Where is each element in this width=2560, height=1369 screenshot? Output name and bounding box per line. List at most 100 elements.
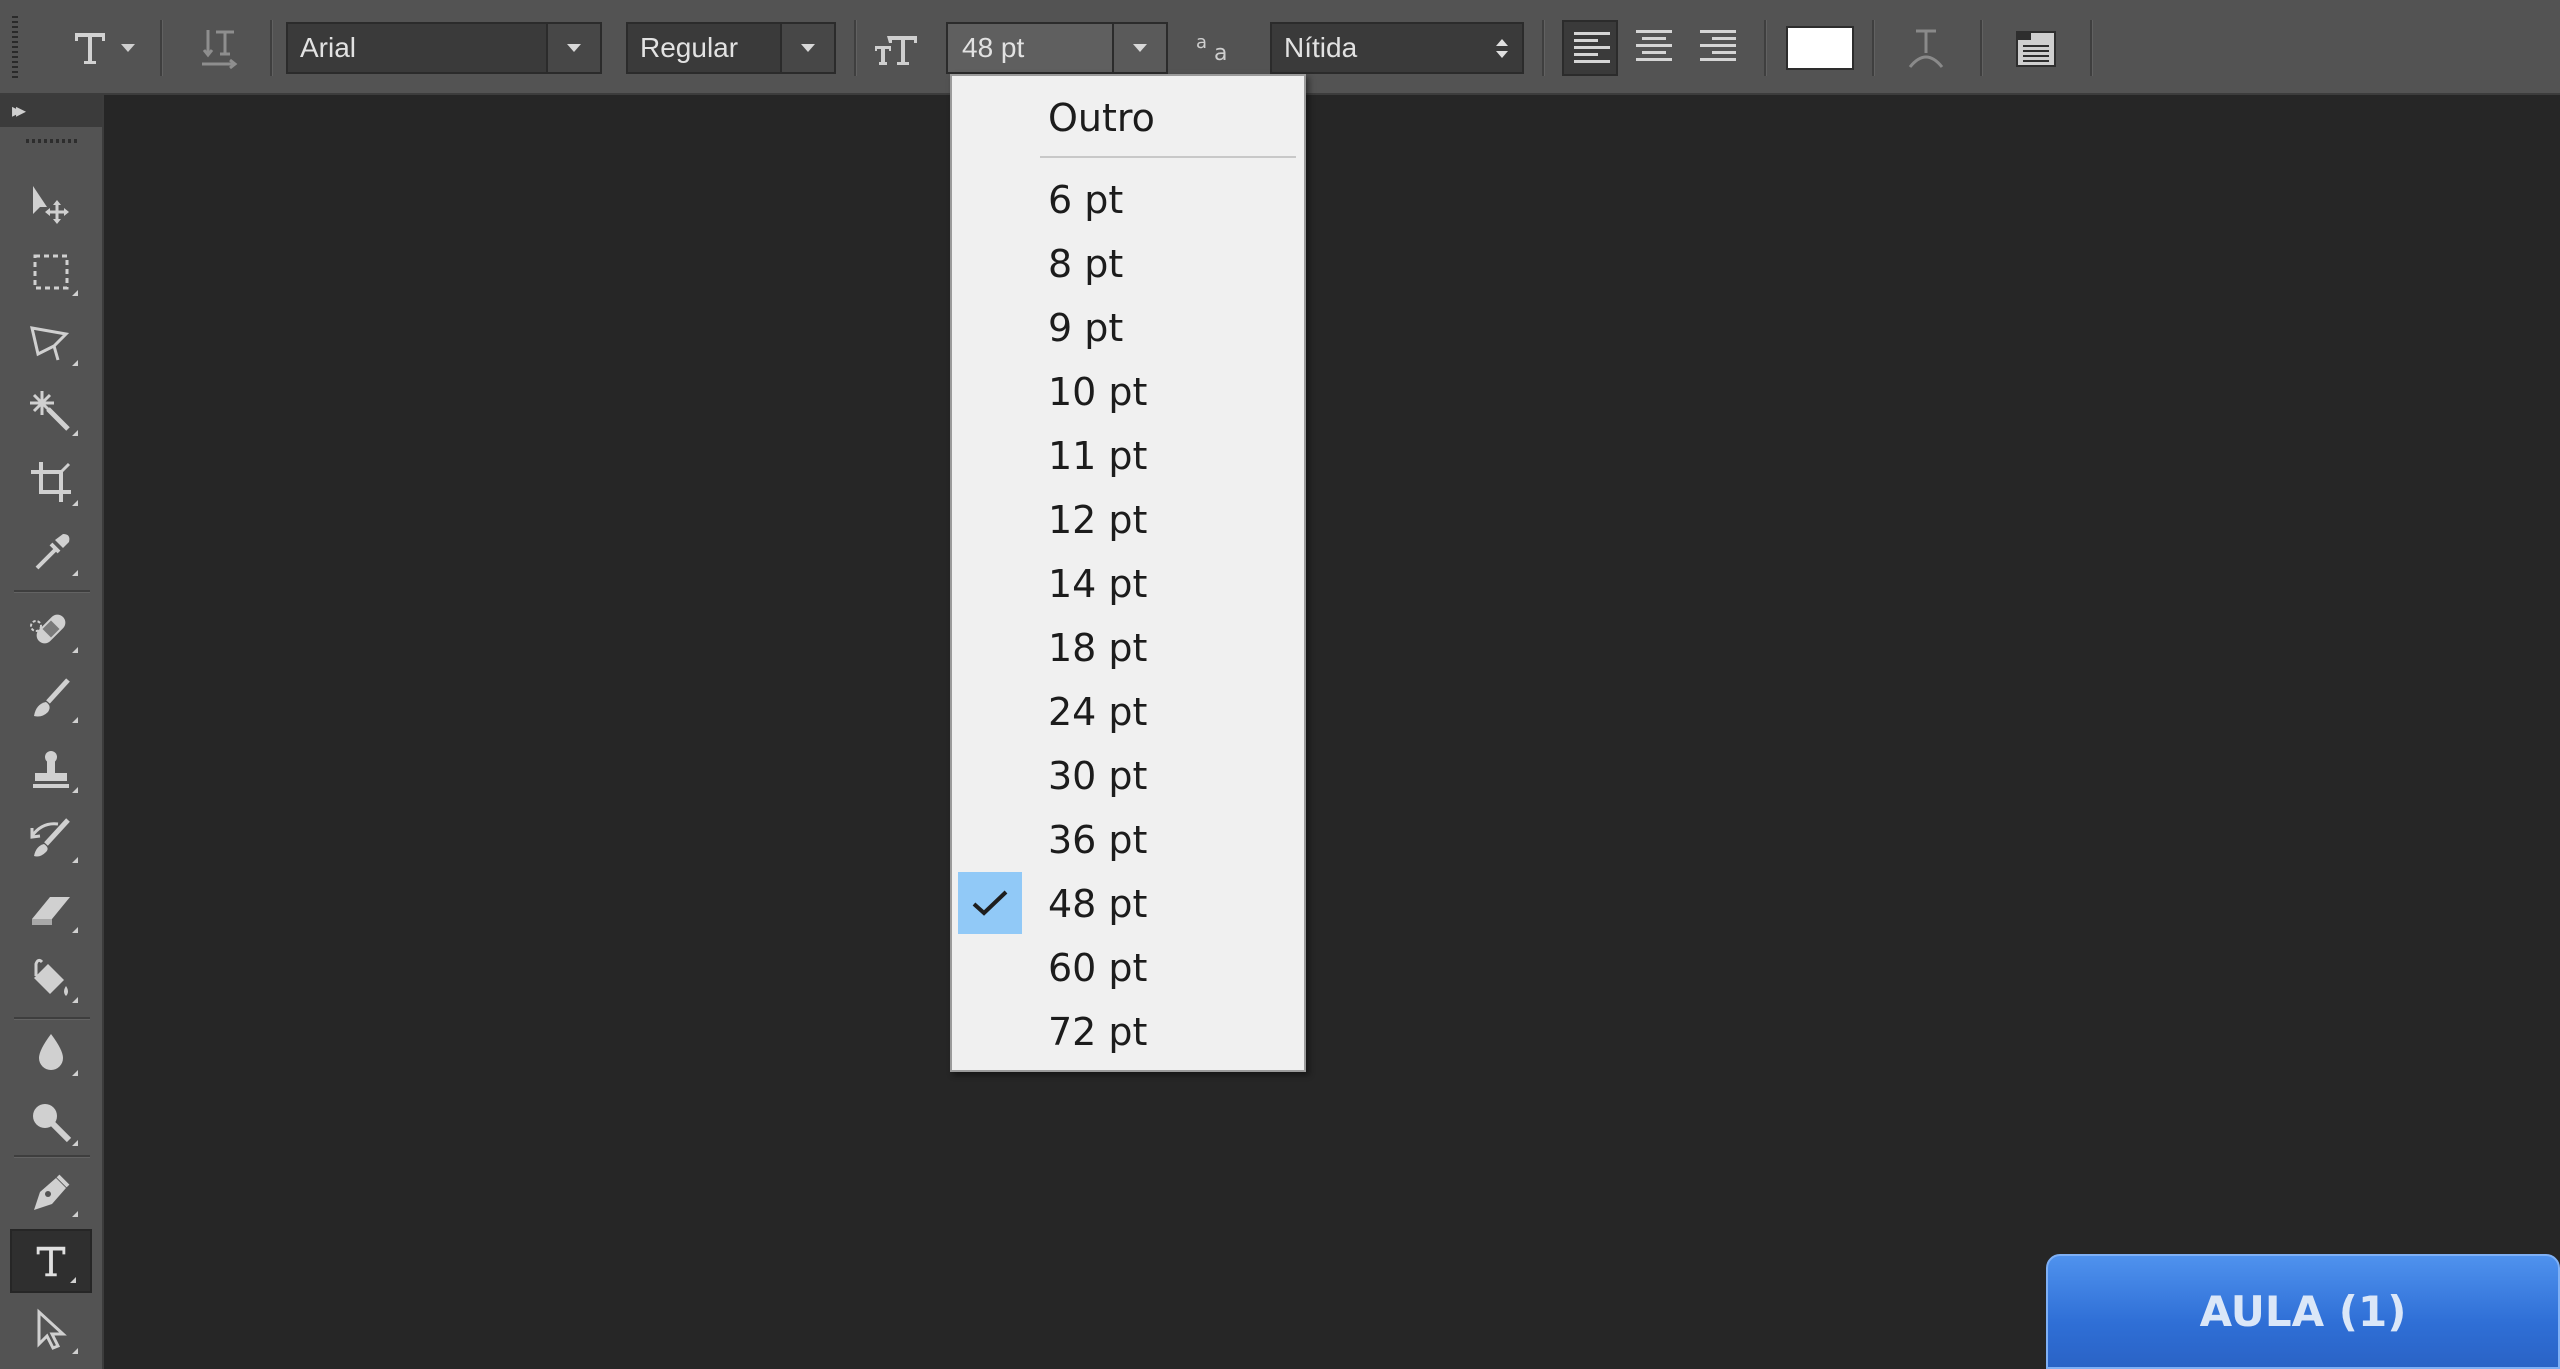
polygonal-lasso-icon [30,326,70,361]
align-center-button[interactable] [1626,20,1682,76]
paint-bucket-icon [34,958,68,996]
chevron-down-icon [567,44,581,52]
spot-healing-icon [30,614,66,644]
move-tool-icon [33,186,69,224]
svg-text:a: a [1196,32,1207,53]
font-style-value: Regular [640,32,739,63]
menu-item-label: 72 pt [1048,1010,1148,1054]
menu-item-8pt[interactable]: 8 pt [952,232,1304,296]
eraser-tool[interactable] [10,877,92,941]
menu-item-30pt[interactable]: 30 pt [952,744,1304,808]
menu-item-72pt[interactable]: 72 pt [952,1000,1304,1064]
menu-item-11pt[interactable]: 11 pt [952,424,1304,488]
font-family-value: Arial [300,32,357,63]
font-size-input[interactable]: 48 pt [946,22,1168,74]
menu-item-label: 48 pt [1048,882,1148,926]
dodge-tool[interactable] [10,1090,92,1154]
chevron-down-icon [1496,50,1508,58]
menu-item-label: 12 pt [1048,498,1148,542]
menu-item-label: Outro [1048,96,1155,140]
eyedropper-icon [35,534,70,570]
font-style-select[interactable]: Regular [626,22,836,74]
menu-item-14pt[interactable]: 14 pt [952,552,1304,616]
menu-item-label: 6 pt [1048,178,1124,222]
move-tool[interactable] [10,170,92,234]
brush-tool-icon [34,678,70,717]
menu-item-9pt[interactable]: 9 pt [952,296,1304,360]
menu-item-label: 9 pt [1048,306,1124,350]
history-brush-icon [30,818,70,857]
align-left-icon [1574,32,1610,67]
menu-item-36pt[interactable]: 36 pt [952,808,1304,872]
chevron-down-icon [801,44,815,52]
magic-wand-icon [30,391,70,431]
toggle-text-orientation-button[interactable] [190,20,246,76]
menu-item-label: 24 pt [1048,690,1148,734]
menu-item-24pt[interactable]: 24 pt [952,680,1304,744]
font-family-select[interactable]: Arial [286,22,602,74]
brush-tool[interactable] [10,667,92,731]
menu-item-other[interactable]: Outro [952,86,1304,150]
magic-wand-tool[interactable] [10,380,92,444]
font-style-dropdown-button[interactable] [780,24,834,72]
tool-separator [14,1155,90,1158]
blur-tool[interactable] [10,1020,92,1084]
menu-item-label: 60 pt [1048,946,1148,990]
lesson-badge: AULA (1) [2046,1254,2560,1369]
menu-item-label: 11 pt [1048,434,1148,478]
tools-panel: ▸▸ [0,95,104,1369]
antialias-label: a a [1190,24,1242,72]
collapse-panel-icon[interactable]: ▸▸ [12,101,26,121]
character-paragraph-panels-icon [2016,31,2056,67]
crop-tool-icon [31,462,71,502]
dodge-tool-icon [33,1104,72,1143]
chevron-up-icon [1496,38,1508,46]
menu-item-6pt[interactable]: 6 pt [952,168,1304,232]
path-selection-icon [37,1308,67,1350]
text-color-swatch[interactable] [1786,26,1854,70]
antialias-select[interactable]: Nítida [1270,22,1524,74]
menu-item-60pt[interactable]: 60 pt [952,936,1304,1000]
font-size-dropdown-menu: Outro 6 pt 8 pt 9 pt 10 pt 11 pt 12 pt 1… [950,74,1306,1072]
menu-item-label: 36 pt [1048,818,1148,862]
warp-text-icon [1908,29,1944,68]
tools-panel-grip[interactable] [26,139,78,143]
eraser-tool-icon [32,897,70,925]
warp-text-button[interactable] [1896,20,1956,76]
type-tool-icon [36,1246,66,1277]
options-bar-grip[interactable] [12,16,18,80]
tools-panel-header: ▸▸ [0,95,102,127]
font-size-dropdown-button[interactable] [1112,24,1166,72]
menu-item-12pt[interactable]: 12 pt [952,488,1304,552]
menu-item-label: 10 pt [1048,370,1148,414]
align-left-button[interactable] [1562,20,1618,76]
svg-text:a: a [1214,41,1227,66]
clone-stamp-tool[interactable] [10,737,92,801]
antialias-value: Nítida [1284,32,1358,63]
menu-item-label: 18 pt [1048,626,1148,670]
crop-tool[interactable] [10,450,92,514]
clone-stamp-icon [33,751,69,788]
antialias-stepper[interactable] [1482,38,1522,58]
history-brush-tool[interactable] [10,807,92,871]
paint-bucket-tool[interactable] [10,947,92,1011]
rectangular-marquee-tool[interactable] [10,240,92,304]
tool-preset-picker[interactable] [58,20,146,76]
rectangular-marquee-icon [33,254,69,290]
type-tool[interactable] [10,1229,92,1293]
menu-item-48pt[interactable]: 48 pt [952,872,1304,936]
toggle-character-panel-button[interactable] [2004,20,2068,76]
font-size-icon [875,36,917,65]
font-family-dropdown-button[interactable] [546,24,600,72]
pen-tool[interactable] [10,1161,92,1225]
polygonal-lasso-tool[interactable] [10,310,92,374]
path-selection-tool[interactable] [10,1298,92,1362]
menu-item-label: 30 pt [1048,754,1148,798]
menu-item-label: 14 pt [1048,562,1148,606]
eyedropper-tool[interactable] [10,520,92,584]
menu-item-10pt[interactable]: 10 pt [952,360,1304,424]
menu-item-18pt[interactable]: 18 pt [952,616,1304,680]
font-size-value: 48 pt [962,32,1025,63]
align-right-button[interactable] [1690,20,1746,76]
spot-healing-tool[interactable] [10,597,92,661]
